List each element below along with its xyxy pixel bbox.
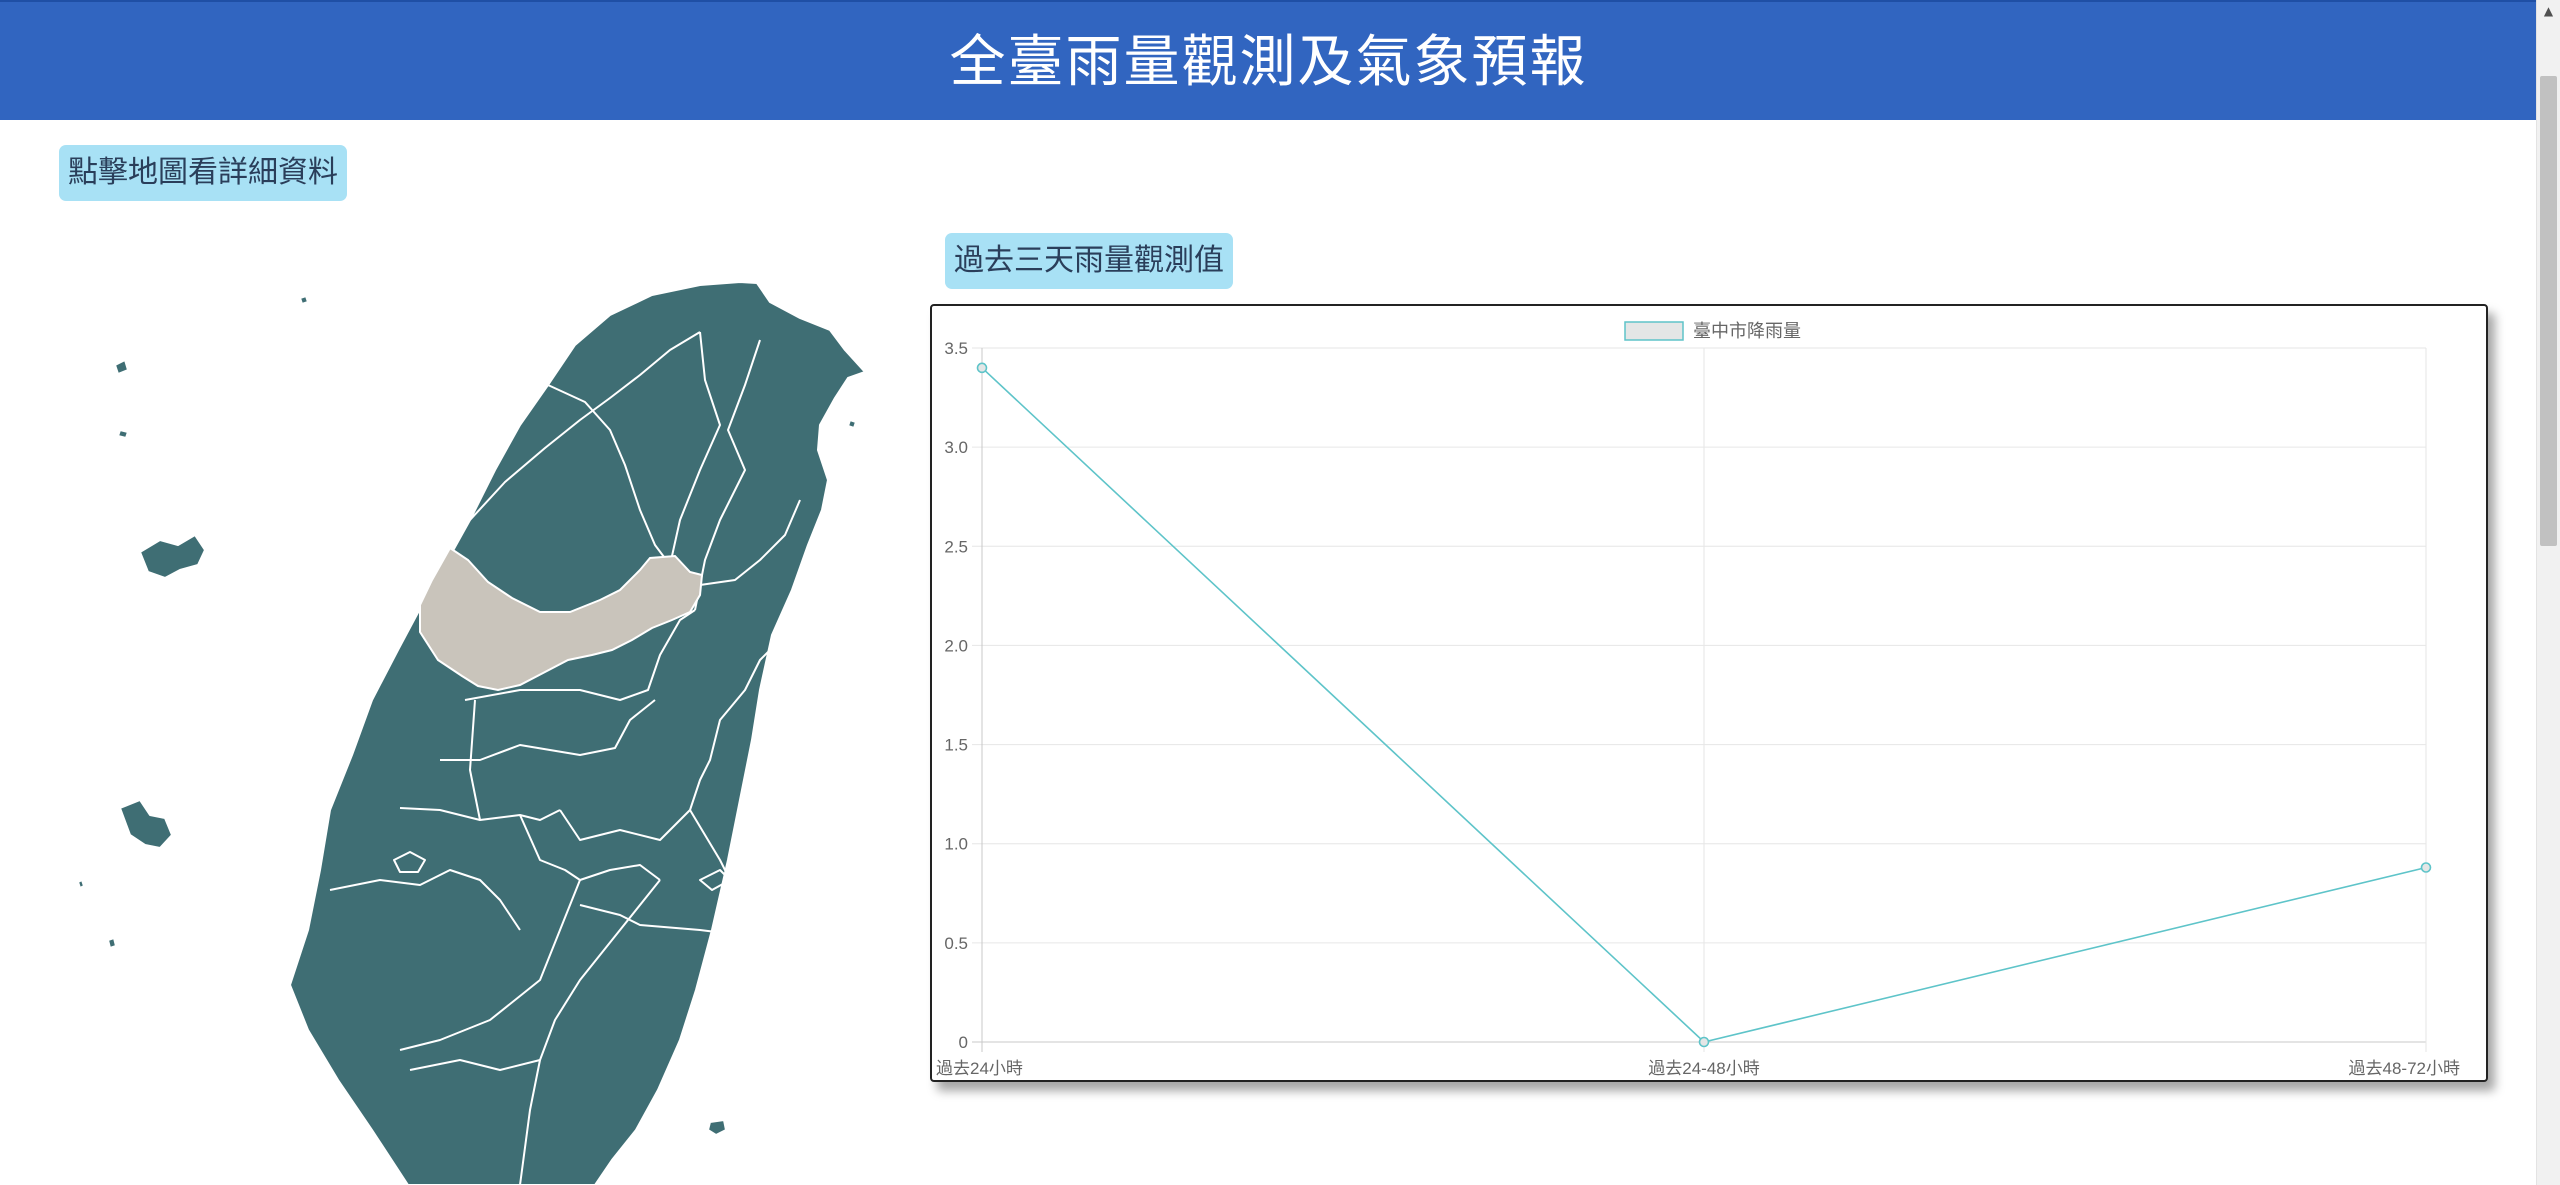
y-tick-label: 3.5 <box>944 339 968 358</box>
chart-title-label: 過去三天雨量觀測值 <box>945 233 1233 289</box>
y-tick-label: 2.5 <box>944 537 968 556</box>
map-island-kinmen[interactable] <box>119 799 173 849</box>
chart-canvas: 0 0.5 1.0 1.5 2.0 2.5 3.0 3.5 過去24小時 過去24-48小時 過去4… <box>936 321 2460 1078</box>
x-tick-label: 過去48-72小時 <box>2349 1059 2460 1078</box>
y-tick-label: 0.5 <box>944 934 968 953</box>
y-tick-label: 1.0 <box>944 835 968 854</box>
map-main-island[interactable] <box>289 281 866 1185</box>
page-title: 全臺雨量觀測及氣象預報 <box>949 30 1588 95</box>
legend-swatch <box>1624 321 1684 341</box>
y-tick-label: 2.0 <box>944 636 968 655</box>
y-tick-label: 3.0 <box>944 438 968 457</box>
rainfall-chart: 0 0.5 1.0 1.5 2.0 2.5 3.0 3.5 過去24小時 過去24-48小時 過去4… <box>930 304 2488 1082</box>
data-point[interactable] <box>2420 862 2432 873</box>
page-scrollbar[interactable]: ▲ <box>2536 0 2560 1185</box>
scroll-up-arrow-icon[interactable]: ▲ <box>2537 0 2560 23</box>
map-island-matsu[interactable] <box>114 359 129 375</box>
chart-legend[interactable]: 臺中市降雨量 <box>1624 321 1801 341</box>
taiwan-map[interactable] <box>60 265 880 1185</box>
map-island-penghu[interactable] <box>139 534 206 579</box>
data-point[interactable] <box>976 362 988 374</box>
map-hint-label: 點擊地圖看詳細資料 <box>59 145 347 201</box>
y-tick-label: 0 <box>959 1033 968 1052</box>
x-tick-label: 過去24-48小時 <box>1648 1059 1759 1078</box>
legend-label: 臺中市降雨量 <box>1693 321 1801 341</box>
scroll-thumb[interactable] <box>2540 76 2557 546</box>
page-header: 全臺雨量觀測及氣象預報 <box>0 0 2537 120</box>
x-tick-label: 過去24小時 <box>936 1059 1023 1078</box>
data-point[interactable] <box>1698 1036 1710 1048</box>
y-tick-label: 1.5 <box>944 736 968 755</box>
